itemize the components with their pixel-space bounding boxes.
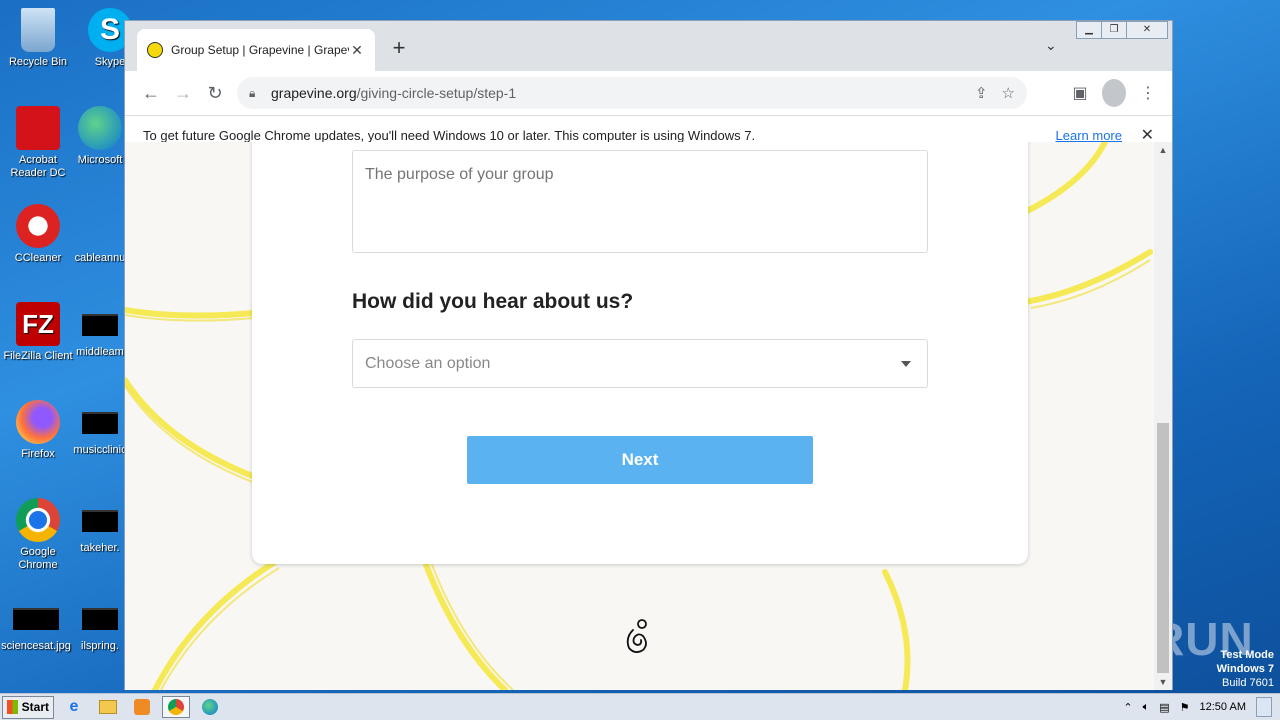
file-thumbnail-icon (82, 412, 118, 434)
profile-avatar-icon[interactable] (1102, 79, 1126, 107)
scrollbar-thumb[interactable] (1157, 423, 1169, 673)
address-bar[interactable]: 🔒︎ grapevine.org/giving-circle-setup/ste… (237, 77, 1027, 109)
action-center-flag-icon[interactable]: ⚑ (1180, 701, 1190, 714)
watermark-line: Windows 7 (1216, 663, 1274, 675)
tab-strip: Group Setup | Grapevine | Grapevine ✕ + … (125, 21, 1172, 71)
volume-icon[interactable]: 🔈︎ (1143, 701, 1150, 714)
scroll-down-arrow-icon[interactable]: ▼ (1154, 677, 1172, 687)
taskbar-clock[interactable]: 12:50 AM (1200, 701, 1246, 713)
forward-arrow-icon[interactable]: → (167, 77, 199, 109)
show-desktop-button[interactable] (1256, 697, 1272, 717)
taskbar-edge-icon[interactable] (196, 696, 224, 718)
desktop-icon-recycle-bin[interactable]: Recycle Bin (0, 8, 76, 69)
network-icon[interactable]: ▤ (1159, 701, 1169, 714)
infobar-message: To get future Google Chrome updates, you… (143, 127, 756, 143)
windows-logo-icon (7, 700, 18, 714)
file-icon (78, 204, 122, 248)
tab-title: Group Setup | Grapevine | Grapevine (171, 43, 349, 57)
start-label: Start (21, 700, 49, 714)
back-arrow-icon[interactable]: ← (135, 77, 167, 109)
restore-icon[interactable]: ❐ (1101, 21, 1127, 39)
bookmark-star-icon[interactable]: ☆ (1002, 84, 1015, 102)
desktop-icon-label: Recycle Bin (8, 56, 68, 68)
test-mode-watermark: Test Mode Windows 7 Build 7601 (1217, 648, 1274, 690)
setup-form-card: How did you hear about us? Choose an opt… (252, 142, 1028, 564)
chrome-icon (16, 498, 60, 542)
select-placeholder: Choose an option (365, 354, 491, 372)
chevron-down-icon (901, 360, 911, 367)
ccleaner-icon (16, 204, 60, 248)
page-viewport: How did you hear about us? Choose an opt… (125, 142, 1155, 690)
file-thumbnail-icon (82, 608, 118, 630)
tab-search-chevron-icon[interactable]: ⌄ (1045, 37, 1057, 54)
windows-taskbar: Start e ⌃ 🔈︎ ▤ ⚑ 12:50 AM (0, 693, 1280, 720)
file-thumbnail-icon (82, 314, 118, 336)
tray-expand-icon[interactable]: ⌃ (1123, 701, 1132, 714)
window-controls: ▁ ❐ ✕ (1076, 21, 1168, 39)
grapevine-logo-icon (626, 619, 647, 653)
grapevine-favicon-icon (147, 42, 163, 58)
file-thumbnail-icon (82, 510, 118, 532)
watermark-line: Build 7601 (1222, 677, 1274, 689)
url-path: /giving-circle-setup/step-1 (356, 85, 517, 101)
taskbar-ie-icon[interactable]: e (60, 696, 88, 718)
menu-kebab-icon[interactable]: ⋮ (1136, 79, 1160, 107)
system-tray: ⌃ 🔈︎ ▤ ⚑ 12:50 AM (1123, 697, 1280, 717)
browser-toolbar: ← → ↻ 🔒︎ grapevine.org/giving-circle-set… (125, 71, 1172, 115)
edge-icon (78, 106, 122, 150)
new-tab-icon[interactable]: + (387, 35, 411, 61)
taskbar-media-player-icon[interactable] (128, 696, 156, 718)
group-purpose-textarea[interactable] (352, 150, 928, 253)
watermark-line: Test Mode (1220, 649, 1274, 661)
chrome-window: Group Setup | Grapevine | Grapevine ✕ + … (124, 20, 1173, 690)
tab-group-setup[interactable]: Group Setup | Grapevine | Grapevine ✕ (137, 29, 375, 71)
scroll-up-arrow-icon[interactable]: ▲ (1154, 145, 1172, 155)
next-button[interactable]: Next (467, 436, 813, 484)
firefox-icon (16, 400, 60, 444)
acrobat-icon (16, 106, 60, 150)
close-tab-icon[interactable]: ✕ (349, 42, 365, 59)
file-thumbnail-icon (13, 608, 59, 630)
url-host: grapevine.org (271, 85, 357, 101)
side-panel-icon[interactable]: ▣ (1068, 79, 1092, 107)
recycle-bin-icon (21, 8, 55, 52)
hear-about-us-select[interactable]: Choose an option (352, 339, 928, 388)
minimize-icon[interactable]: ▁ (1076, 21, 1102, 39)
taskbar-explorer-icon[interactable] (94, 696, 122, 718)
start-button[interactable]: Start (2, 695, 54, 719)
page-scrollbar[interactable]: ▲ ▼ (1154, 142, 1172, 690)
lock-icon[interactable]: 🔒︎ (249, 86, 261, 101)
hear-about-us-question: How did you hear about us? (352, 290, 634, 313)
reload-icon[interactable]: ↻ (199, 77, 231, 109)
filezilla-icon: FZ (16, 302, 60, 346)
taskbar-chrome-icon[interactable] (162, 696, 190, 718)
close-window-icon[interactable]: ✕ (1126, 21, 1168, 39)
learn-more-link[interactable]: Learn more (1056, 128, 1122, 143)
share-icon[interactable]: ⇪ (975, 84, 988, 102)
